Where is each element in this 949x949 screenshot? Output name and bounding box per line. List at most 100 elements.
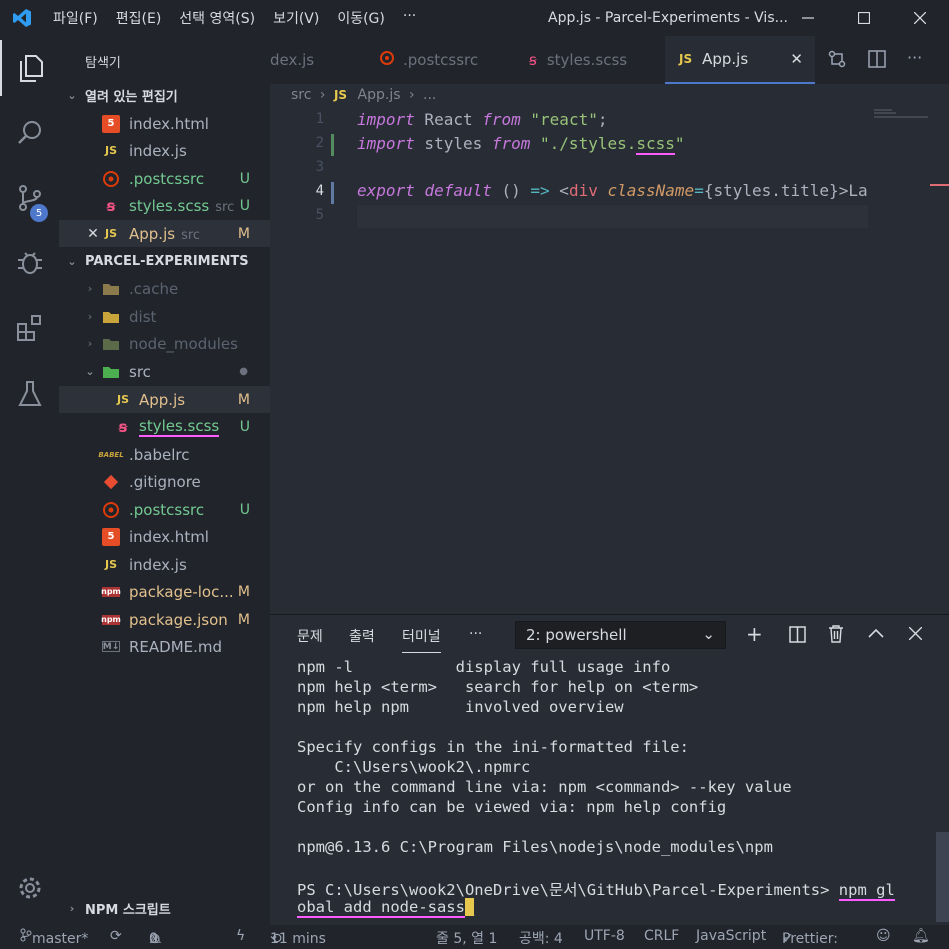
terminal-command: npm gl bbox=[838, 881, 895, 901]
branch-status[interactable]: master* bbox=[20, 928, 88, 947]
feedback-icon[interactable]: ☺ bbox=[876, 928, 891, 944]
code-line-4[interactable]: export default () => <div className={sty… bbox=[357, 181, 868, 200]
tab-problems[interactable]: 문제 bbox=[297, 626, 323, 646]
open-editor-item[interactable]: .postcssrc U bbox=[59, 165, 270, 192]
new-terminal-icon[interactable]: + bbox=[746, 624, 763, 644]
tab-index-js[interactable]: dex.js bbox=[270, 36, 360, 84]
menu-file[interactable]: 파일(F) bbox=[44, 8, 107, 28]
search-icon[interactable] bbox=[0, 104, 59, 160]
bell-icon[interactable]: 🔔︎ bbox=[912, 928, 930, 944]
trash-icon[interactable] bbox=[828, 625, 844, 647]
editor-area[interactable] bbox=[270, 84, 949, 614]
js-icon: JS bbox=[679, 52, 693, 66]
open-editor-item[interactable]: JS index.js bbox=[59, 137, 270, 164]
code-line-2[interactable]: import styles from "./styles.scss" bbox=[357, 134, 685, 155]
tree-file[interactable]: .postcssrc U bbox=[59, 496, 270, 523]
line-number: 4 bbox=[315, 183, 324, 199]
indentation[interactable]: 공백: 4 bbox=[519, 928, 563, 948]
git-status: U bbox=[239, 197, 250, 214]
tree-folder[interactable]: ⌄ src ● bbox=[59, 358, 270, 385]
maximize-button[interactable] bbox=[836, 0, 892, 36]
terminal-line: npm help npm involved overview bbox=[297, 698, 624, 716]
menu-edit[interactable]: 편집(E) bbox=[107, 8, 171, 28]
breadcrumb[interactable]: src › JS App.js › ... bbox=[291, 87, 436, 103]
postcss-icon bbox=[379, 50, 395, 70]
terminal-select[interactable]: 2: powershell ⌄ bbox=[515, 621, 726, 649]
explorer-title: 탐색기 bbox=[85, 56, 121, 71]
tree-folder[interactable]: › dist bbox=[59, 303, 270, 330]
chevron-right-icon: › bbox=[69, 902, 75, 915]
encoding[interactable]: UTF-8 bbox=[584, 928, 625, 944]
npm-scripts-header[interactable]: › NPM 스크립트 bbox=[59, 895, 270, 922]
line-number: 1 bbox=[315, 111, 324, 127]
explorer-icon[interactable] bbox=[0, 40, 59, 96]
source-control-icon[interactable]: 5 bbox=[0, 170, 59, 226]
tab-styles-scss[interactable]: ꞩ styles.scss bbox=[515, 36, 660, 84]
tree-file[interactable]: .gitignore bbox=[59, 468, 270, 495]
tree-file[interactable]: JS index.js bbox=[59, 551, 270, 578]
menu-more[interactable]: ··· bbox=[394, 8, 425, 28]
chevron-up-icon[interactable] bbox=[868, 627, 884, 643]
cursor-position[interactable]: 줄 5, 열 1 bbox=[436, 928, 497, 948]
extensions-icon[interactable] bbox=[0, 300, 59, 356]
git-added-gutter bbox=[331, 134, 334, 156]
terminal-command: obal add node-sass bbox=[297, 898, 465, 918]
tree-file[interactable]: npm package-loc... M bbox=[59, 578, 270, 605]
lightning-icon[interactable]: ϟ bbox=[236, 928, 245, 944]
more-actions-icon[interactable]: ··· bbox=[907, 48, 922, 67]
npm-icon: npm bbox=[101, 614, 121, 625]
tree-file-selected[interactable]: JS App.js M bbox=[59, 386, 270, 413]
settings-gear-icon[interactable] bbox=[0, 860, 59, 916]
line-number: 5 bbox=[315, 207, 324, 223]
menu-selection[interactable]: 선택 영역(S) bbox=[170, 8, 264, 28]
html5-icon: 5 bbox=[102, 114, 120, 133]
activity-bar: 5 bbox=[0, 36, 59, 925]
tree-file[interactable]: npm package.json M bbox=[59, 606, 270, 633]
git-icon bbox=[102, 473, 120, 491]
project-header[interactable]: ⌄ PARCEL-EXPERIMENTS bbox=[59, 248, 270, 275]
tree-file[interactable]: M↓ README.md bbox=[59, 633, 270, 660]
title-bar: 파일(F) 편집(E) 선택 영역(S) 보기(V) 이동(G) ··· App… bbox=[0, 0, 949, 36]
close-panel-icon[interactable] bbox=[908, 626, 923, 644]
language-mode[interactable]: JavaScript bbox=[696, 928, 766, 944]
tree-file[interactable]: BABEL .babelrc bbox=[59, 441, 270, 468]
open-editor-item-active[interactable]: ✕ JS App.js src M bbox=[59, 220, 270, 247]
tree-file[interactable]: ꞩ styles.scss U bbox=[59, 413, 270, 440]
sass-icon: ꞩ bbox=[106, 196, 116, 215]
close-icon[interactable]: ✕ bbox=[84, 225, 102, 243]
tree-folder[interactable]: › node_modules bbox=[59, 330, 270, 357]
split-terminal-icon[interactable] bbox=[789, 626, 806, 647]
tab-postcssrc[interactable]: .postcssrc bbox=[365, 36, 510, 84]
minimize-button[interactable] bbox=[780, 0, 836, 36]
debug-icon[interactable] bbox=[0, 234, 59, 290]
close-icon[interactable]: ✕ bbox=[790, 50, 803, 68]
terminal-command-line[interactable]: obal add node-sass_ bbox=[297, 898, 475, 918]
minimap[interactable] bbox=[874, 108, 929, 120]
open-editor-item[interactable]: ꞩ styles.scss src U bbox=[59, 192, 270, 219]
terminal-scrollbar[interactable] bbox=[936, 832, 949, 922]
tab-more[interactable]: ··· bbox=[469, 626, 482, 642]
close-window-button[interactable] bbox=[892, 0, 948, 36]
split-editor-icon[interactable] bbox=[868, 50, 886, 72]
terminal-prompt-line[interactable]: PS C:\Users\wook2\OneDrive\문서\GitHub\Par… bbox=[297, 878, 895, 901]
open-editors-header[interactable]: ⌄ 열려 있는 편집기 bbox=[59, 82, 270, 109]
git-modified-gutter bbox=[331, 182, 334, 204]
tab-terminal[interactable]: 터미널 bbox=[402, 626, 441, 653]
compare-changes-icon[interactable] bbox=[828, 50, 846, 72]
menu-go[interactable]: 이동(G) bbox=[328, 8, 394, 28]
menu-view[interactable]: 보기(V) bbox=[264, 8, 328, 28]
tree-folder[interactable]: › .cache bbox=[59, 275, 270, 302]
tab-output[interactable]: 출력 bbox=[349, 626, 375, 646]
end-of-line[interactable]: CRLF bbox=[644, 928, 679, 944]
tab-app-js[interactable]: JS App.js ✕ bbox=[665, 36, 815, 84]
flask-icon[interactable] bbox=[0, 366, 59, 422]
sync-icon[interactable]: ⟳ bbox=[110, 928, 122, 944]
modified-dot-icon: ● bbox=[239, 366, 248, 377]
tree-file[interactable]: 5 index.html bbox=[59, 523, 270, 550]
open-editor-item[interactable]: 5 index.html bbox=[59, 110, 270, 137]
terminal-line: npm@6.13.6 C:\Program Files\nodejs\node_… bbox=[297, 838, 773, 856]
terminal-line: npm -l display full usage info bbox=[297, 658, 671, 676]
explorer-sidebar: 탐색기 ⌄ 열려 있는 편집기 5 index.html JS index.js… bbox=[59, 36, 270, 925]
code-line-1[interactable]: import React from "react"; bbox=[357, 110, 607, 129]
chevron-down-icon: ⌄ bbox=[67, 89, 77, 102]
